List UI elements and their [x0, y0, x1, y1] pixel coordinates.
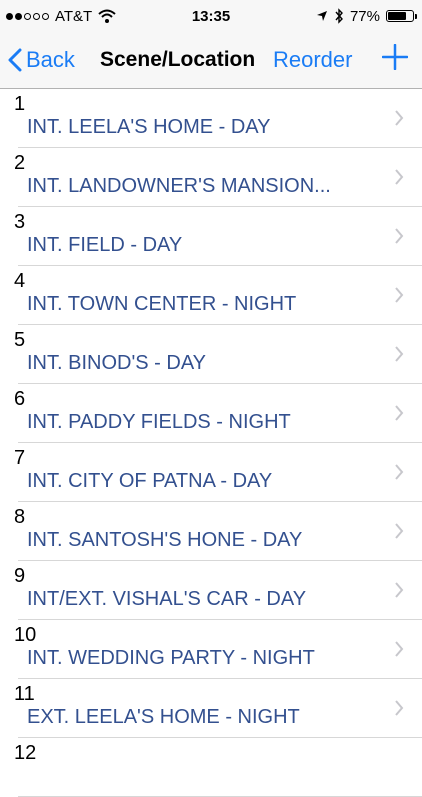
scene-row[interactable]: 5 INT. BINOD'S - DAY	[14, 325, 422, 384]
chevron-right-icon	[395, 700, 404, 716]
scene-number: 10	[14, 624, 37, 646]
chevron-right-icon	[395, 641, 404, 657]
scene-row[interactable]: 8 INT. SANTOSH'S HONE - DAY	[14, 502, 422, 561]
chevron-left-icon	[8, 48, 22, 72]
battery-percent: 77%	[349, 7, 380, 25]
scene-number: 9	[14, 565, 26, 587]
scene-row[interactable]: 9 INT/EXT. VISHAL'S CAR - DAY	[14, 561, 422, 620]
back-label: Back	[26, 47, 75, 72]
chevron-right-icon	[395, 582, 404, 598]
status-right: 77%	[316, 7, 417, 25]
battery-icon	[386, 10, 417, 22]
chevron-right-icon	[395, 346, 404, 362]
scene-row[interactable]: 11 EXT. LEELA'S HOME - NIGHT	[14, 679, 422, 738]
chevron-right-icon	[395, 110, 404, 126]
scene-row[interactable]: 10 INT. WEDDING PARTY - NIGHT	[14, 620, 422, 679]
scene-number: 12	[14, 742, 37, 764]
scene-list: 1 INT. LEELA'S HOME - DAY 2 INT. LANDOWNER'…	[0, 89, 422, 797]
scene-location: INT. BINOD'S - DAY	[27, 352, 207, 374]
scene-number: 6	[14, 388, 26, 410]
scene-number: 5	[14, 329, 26, 351]
scene-row[interactable]: 7 INT. CITY OF PATNA - DAY	[14, 443, 422, 502]
battery-fill	[388, 12, 407, 20]
chevron-right-icon	[395, 464, 404, 480]
scene-number: 4	[14, 270, 26, 292]
scene-location: INT. WEDDING PARTY - NIGHT	[27, 647, 315, 669]
back-button[interactable]: Back	[8, 47, 75, 73]
reorder-button[interactable]: Reorder	[273, 47, 352, 73]
status-bar: AT&T 13:35 77%	[0, 0, 422, 32]
scene-location: INT/EXT. VISHAL'S CAR - DAY	[27, 588, 307, 610]
scene-location: INT. FIELD - DAY	[27, 234, 183, 256]
add-icon[interactable]	[382, 44, 408, 70]
scene-number: 1	[14, 93, 26, 115]
scene-location: INT. TOWN CENTER - NIGHT	[27, 293, 297, 315]
chevron-right-icon	[395, 287, 404, 303]
scene-location: INT. LANDOWNER'S MANSION...	[27, 175, 331, 197]
chevron-right-icon	[395, 169, 404, 185]
scene-number: 2	[14, 152, 26, 174]
chevron-right-icon	[395, 405, 404, 421]
scene-location: INT. CITY OF PATNA - DAY	[27, 470, 273, 492]
chevron-right-icon	[395, 523, 404, 539]
navigation-bar: Back Scene/Location Reorder	[0, 32, 422, 89]
scene-number: 11	[14, 683, 35, 705]
location-arrow-icon	[316, 11, 327, 21]
scene-number: 3	[14, 211, 26, 233]
scene-row[interactable]: 12	[14, 738, 422, 797]
scene-number: 7	[14, 447, 26, 469]
scene-location: EXT. LEELA'S HOME - NIGHT	[27, 706, 300, 728]
scene-number: 8	[14, 506, 26, 528]
chevron-right-icon	[395, 228, 404, 244]
scene-row[interactable]: 2 INT. LANDOWNER'S MANSION...	[14, 148, 422, 207]
bluetooth-icon	[335, 8, 343, 24]
scene-row[interactable]: 6 INT. PADDY FIELDS - NIGHT	[14, 384, 422, 443]
scene-row[interactable]: 1 INT. LEELA'S HOME - DAY	[14, 89, 422, 148]
scene-location: INT. PADDY FIELDS - NIGHT	[27, 411, 291, 433]
scene-row[interactable]: 4 INT. TOWN CENTER - NIGHT	[14, 266, 422, 325]
scene-location: INT. LEELA'S HOME - DAY	[27, 116, 271, 138]
scene-location: INT. SANTOSH'S HONE - DAY	[27, 529, 303, 551]
scene-row[interactable]: 3 INT. FIELD - DAY	[14, 207, 422, 266]
page-title: Scene/Location	[100, 48, 256, 71]
